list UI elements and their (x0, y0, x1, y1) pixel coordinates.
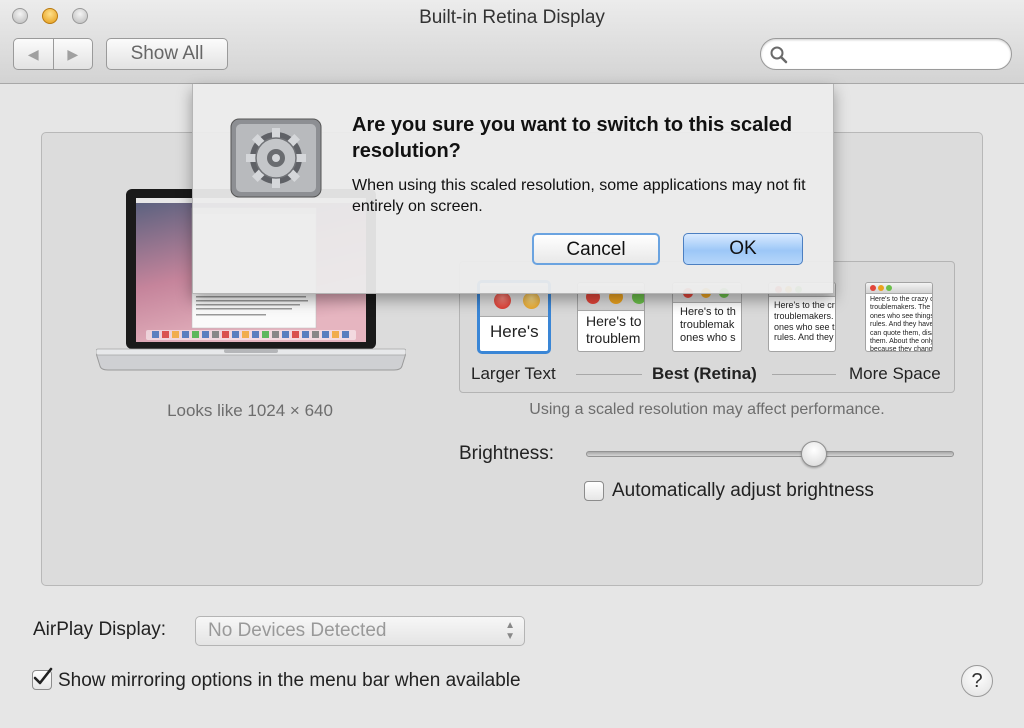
alert-title: Are you sure you want to switch to this … (352, 114, 793, 162)
select-arrows-icon: ▲ ▼ (505, 620, 515, 642)
red-light-icon (870, 285, 876, 291)
scale-option-sample-text: Here's to th troublemak ones who s (680, 306, 736, 345)
alert-message: When using this scaled resolution, some … (352, 177, 806, 215)
performance-note: Using a scaled resolution may affect per… (529, 401, 885, 418)
scale-label-larger-text: Larger Text (471, 364, 556, 383)
scale-option-sample-text: Here's to troublem (586, 313, 642, 346)
yellow-light-icon (523, 292, 540, 309)
scale-option-sample-text: Here's to the crazy ones troublemakers. … (870, 296, 933, 352)
scale-divider (576, 374, 642, 375)
resolution-looks-like-label: Looks like 1024 × 640 (167, 401, 333, 420)
forward-button[interactable]: ▶ (54, 39, 93, 69)
yellow-light-icon (878, 285, 884, 291)
cancel-button[interactable]: Cancel (532, 233, 660, 265)
red-light-icon (494, 292, 511, 309)
window-title: Built-in Retina Display (419, 7, 605, 28)
back-forward-control: ◀ ▶ (13, 38, 93, 70)
airplay-display-label: AirPlay Display: (33, 619, 167, 640)
search-field[interactable] (760, 38, 1012, 70)
checkmark-icon (33, 667, 53, 685)
show-mirroring-checkbox[interactable] (32, 667, 53, 690)
ok-button[interactable]: OK (683, 233, 803, 265)
show-mirroring-label: Show mirroring options in the menu bar w… (58, 670, 521, 691)
back-button[interactable]: ◀ (14, 39, 54, 69)
airplay-selected-value: No Devices Detected (208, 620, 387, 641)
system-preferences-gear-icon (230, 118, 322, 198)
brightness-slider-knob[interactable] (801, 441, 828, 467)
forward-arrow-icon: ▶ (67, 45, 79, 62)
scale-option-more-space[interactable]: Here's to the crazy ones troublemakers. … (865, 282, 933, 352)
scale-label-more-space: More Space (849, 364, 941, 383)
auto-brightness-label: Automatically adjust brightness (612, 480, 874, 501)
back-arrow-icon: ◀ (27, 45, 39, 62)
scale-divider (772, 374, 836, 375)
scale-option-sample-text: Here's (490, 322, 539, 341)
show-all-button[interactable]: Show All (106, 38, 228, 70)
brightness-slider[interactable] (586, 451, 954, 457)
auto-brightness-checkbox[interactable] (584, 481, 604, 501)
help-button[interactable]: ? (961, 665, 993, 697)
window: Built-in Retina Display ◀ ▶ Show All Loo… (0, 0, 1024, 728)
green-light-icon (886, 285, 892, 291)
search-icon (770, 46, 788, 64)
titlebar: Built-in Retina Display ◀ ▶ Show All (0, 0, 1024, 84)
scale-label-best-retina: Best (Retina) (652, 364, 757, 383)
airplay-display-select[interactable]: No Devices Detected ▲ ▼ (195, 616, 525, 646)
brightness-label: Brightness: (459, 443, 555, 464)
scale-option-sample-text: Here's to the cr troublemakers. ones who… (774, 300, 835, 343)
